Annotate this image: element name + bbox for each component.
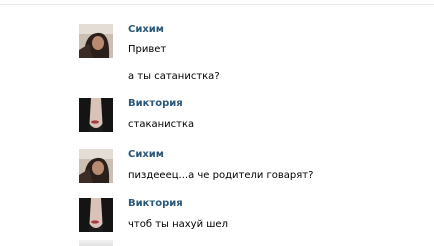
next-avatar-edge — [79, 240, 113, 246]
message-text: а ты сатанистка? — [128, 71, 220, 82]
author-name[interactable]: Виктория — [128, 198, 183, 210]
user-photo-icon — [79, 198, 113, 232]
avatar-viktoria[interactable] — [79, 98, 113, 132]
message-text: чтоб ты нахуй шел — [128, 219, 228, 230]
user-photo-icon — [79, 149, 113, 183]
user-photo-icon — [79, 24, 113, 58]
avatar-sikhim[interactable] — [79, 24, 113, 58]
author-name[interactable]: Виктория — [128, 98, 183, 110]
divider — [0, 4, 434, 5]
message-text: пиздееец...а че родители говарят? — [128, 170, 314, 181]
message-text: стаканистка — [128, 119, 195, 130]
message-text: Привет — [128, 44, 167, 55]
avatar-sikhim[interactable] — [79, 149, 113, 183]
avatar-viktoria[interactable] — [79, 198, 113, 232]
user-photo-icon — [79, 98, 113, 132]
author-name[interactable]: Сихим — [128, 149, 164, 161]
chat-history: Сихим Привет а ты сатанистка? Виктория с… — [0, 0, 434, 246]
author-name[interactable]: Сихим — [128, 24, 164, 36]
